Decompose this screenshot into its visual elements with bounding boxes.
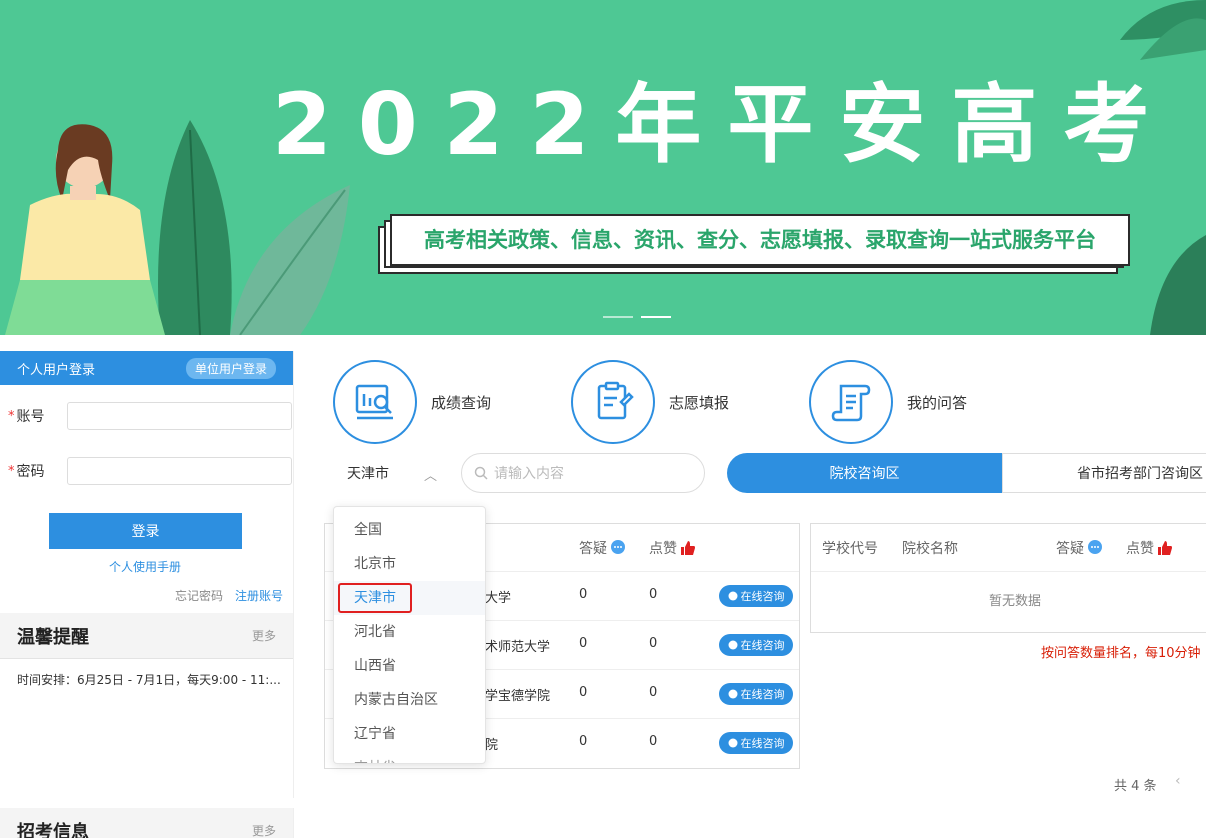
tab-department-consult[interactable]: 省市招考部门咨询区 <box>1002 453 1206 493</box>
service-volunteer-fill[interactable]: 志愿填报 <box>571 360 729 444</box>
notice-item[interactable]: 时间安排：6月25日 - 7月1日，每天9:00 - 11:... <box>0 659 293 700</box>
header-like: 点赞 <box>1126 538 1173 558</box>
online-consult-button[interactable]: 在线咨询 <box>719 683 793 705</box>
account-label: 账号 <box>16 409 45 425</box>
ranking-table: 学校代号 院校名称 答疑 点赞 暂无数据 <box>810 523 1206 633</box>
service-label: 成绩查询 <box>431 393 492 412</box>
city-option[interactable]: 河北省 <box>334 615 485 649</box>
tab-personal-login[interactable]: 个人用户登录 <box>17 359 95 378</box>
search-icon <box>474 466 488 480</box>
city-option[interactable]: 内蒙古自治区 <box>334 683 485 717</box>
recruit-section: 招考信息 更多 <box>0 808 294 838</box>
page-root: 2022年平安高考 高考相关政策、信息、资讯、查分、志愿填报、录取查询一站式服务… <box>0 0 1206 838</box>
header-school-name: 院校名称 <box>902 541 958 557</box>
city-option[interactable]: 全国 <box>334 513 485 547</box>
login-button[interactable]: 登录 <box>49 513 242 549</box>
answer-count: 0 <box>579 587 588 602</box>
slogan-box: 高考相关政策、信息、资讯、查分、志愿填报、录取查询一站式服务平台 <box>378 212 1130 278</box>
table-header: 学校代号 院校名称 答疑 点赞 <box>811 524 1206 572</box>
header-answer: 答疑 <box>579 538 626 558</box>
tab-school-consult[interactable]: 院校咨询区 <box>727 453 1002 493</box>
school-name: 院 <box>485 738 499 753</box>
account-input[interactable] <box>66 402 292 430</box>
search-input[interactable] <box>494 465 684 481</box>
chat-icon <box>728 689 737 699</box>
carousel-dots <box>603 316 671 318</box>
city-dropdown: 全国 北京市 天津市 河北省 山西省 内蒙古自治区 辽宁省 吉林省 <box>333 506 486 764</box>
service-label: 我的问答 <box>907 393 968 412</box>
like-count: 0 <box>649 636 658 651</box>
user-manual-link[interactable]: 个人使用手册 <box>0 558 290 575</box>
online-consult-button[interactable]: 在线咨询 <box>719 732 793 754</box>
hero-banner: 2022年平安高考 高考相关政策、信息、资讯、查分、志愿填报、录取查询一站式服务… <box>0 0 1206 335</box>
chevron-left-icon[interactable]: ‹ <box>1175 773 1181 789</box>
city-option[interactable]: 吉林省 <box>334 751 485 763</box>
ranking-note: 按问答数量排名，每10分钟 <box>1041 646 1201 661</box>
chat-bubble-icon <box>1088 540 1102 554</box>
recruit-more-link[interactable]: 更多 <box>252 822 276 838</box>
online-consult-button[interactable]: 在线咨询 <box>719 585 793 607</box>
header-answer: 答疑 <box>1056 538 1103 558</box>
city-option[interactable]: 辽宁省 <box>334 717 485 751</box>
chat-bubble-icon <box>611 540 625 554</box>
city-select-value: 天津市 <box>347 466 389 482</box>
carousel-dot-2[interactable] <box>641 316 671 318</box>
city-select[interactable]: 天津市 ︿ <box>334 453 449 493</box>
answer-count: 0 <box>579 685 588 700</box>
password-label: 密码 <box>16 464 45 480</box>
forgot-password-link[interactable]: 忘记密码 <box>175 587 223 604</box>
banner-title: 2022年平安高考 <box>272 75 1176 175</box>
city-option-selected[interactable]: 天津市 <box>334 581 485 615</box>
like-count: 0 <box>649 734 658 749</box>
scroll-qa-icon <box>809 360 893 444</box>
search-box <box>461 453 705 493</box>
banner-slogan: 高考相关政策、信息、资讯、查分、志愿填报、录取查询一站式服务平台 <box>390 214 1130 266</box>
login-panel: 个人用户登录 单位用户登录 * 账号 * 密码 登录 个人使用手册 忘记密码 注… <box>0 351 294 613</box>
chat-icon <box>728 591 737 601</box>
like-count: 0 <box>649 587 658 602</box>
thumbs-up-icon <box>681 541 695 555</box>
notice-title: 温馨提醒 <box>17 626 89 648</box>
required-mark: * <box>8 463 15 479</box>
recruit-title: 招考信息 <box>17 821 89 838</box>
notice-section: 温馨提醒 更多 时间安排：6月25日 - 7月1日，每天9:00 - 11:..… <box>0 613 294 798</box>
service-label: 志愿填报 <box>669 393 730 412</box>
password-row: * 密码 <box>8 457 292 485</box>
password-input[interactable] <box>66 457 292 485</box>
school-name: 术师范大学 <box>485 640 551 655</box>
empty-state: 暂无数据 <box>988 594 1041 609</box>
answer-count: 0 <box>579 636 588 651</box>
city-option[interactable]: 北京市 <box>334 547 485 581</box>
notice-header: 温馨提醒 更多 <box>0 613 293 659</box>
chevron-up-icon: ︿ <box>424 469 438 484</box>
clipboard-icon <box>571 360 655 444</box>
pagination-total: 共 4 条 <box>1114 779 1157 794</box>
chat-icon <box>728 640 737 650</box>
header-like: 点赞 <box>649 538 696 558</box>
account-row: * 账号 <box>8 402 292 430</box>
school-name: 学宝德学院 <box>485 689 551 704</box>
service-my-qa[interactable]: 我的问答 <box>809 360 967 444</box>
school-name: 大学 <box>485 591 512 606</box>
thumbs-up-icon <box>1158 541 1172 555</box>
city-option[interactable]: 山西省 <box>334 649 485 683</box>
like-count: 0 <box>649 685 658 700</box>
score-query-icon <box>333 360 417 444</box>
register-link[interactable]: 注册账号 <box>235 587 283 604</box>
required-mark: * <box>8 408 15 424</box>
recruit-header: 招考信息 更多 <box>0 808 293 838</box>
login-tabs: 个人用户登录 单位用户登录 <box>0 351 293 385</box>
answer-count: 0 <box>579 734 588 749</box>
header-school-code: 学校代号 <box>822 541 878 557</box>
tab-unit-login[interactable]: 单位用户登录 <box>185 357 276 379</box>
notice-more-link[interactable]: 更多 <box>252 627 276 644</box>
service-score-query[interactable]: 成绩查询 <box>333 360 491 444</box>
chat-icon <box>728 738 737 748</box>
carousel-dot-1[interactable] <box>603 316 633 318</box>
online-consult-button[interactable]: 在线咨询 <box>719 634 793 656</box>
